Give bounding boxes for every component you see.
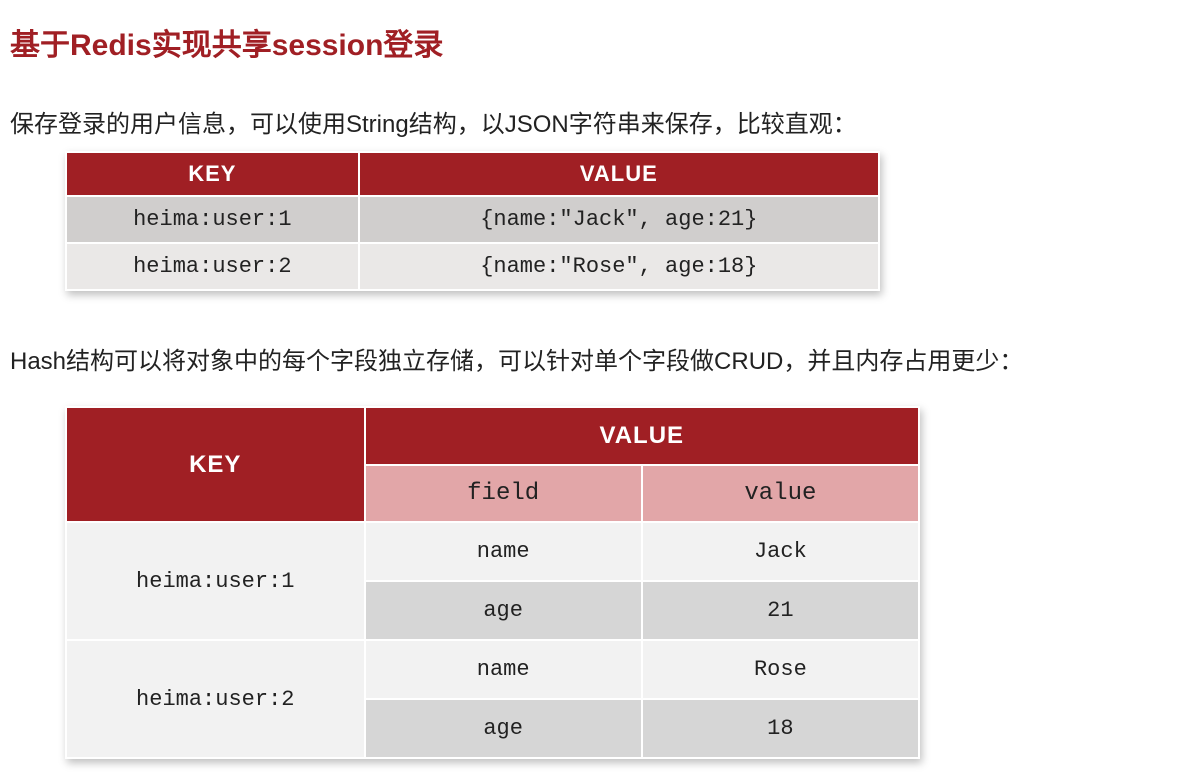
cell-field: age [365,699,642,758]
hash-table-wrap: KEY VALUE field value heima:user:1 name … [65,406,1187,759]
cell-key: heima:user:2 [66,640,365,758]
string-table-head-value: VALUE [359,152,879,196]
hash-table-subhead-field: field [365,465,642,522]
cell-field: name [365,522,642,581]
hash-table-head-value: VALUE [365,407,919,465]
string-section-description: 保存登录的用户信息，可以使用String结构，以JSON字符串来保存，比较直观： [10,104,1187,139]
hash-section-description: Hash结构可以将对象中的每个字段独立存储，可以针对单个字段做CRUD，并且内存… [10,341,1187,376]
cell-value: Rose [642,640,919,699]
hash-table-subhead-value: value [642,465,919,522]
cell-value: 18 [642,699,919,758]
cell-field: age [365,581,642,640]
table-row: heima:user:1 name Jack [66,522,919,581]
hash-table: KEY VALUE field value heima:user:1 name … [65,406,920,759]
cell-value: {name:"Jack", age:21} [359,196,879,243]
page-title: 基于Redis实现共享session登录 [10,20,1187,64]
cell-value: Jack [642,522,919,581]
string-table: KEY VALUE heima:user:1 {name:"Jack", age… [65,151,880,291]
cell-key: heima:user:1 [66,196,359,243]
cell-field: name [365,640,642,699]
string-table-head-key: KEY [66,152,359,196]
table-row: heima:user:2 {name:"Rose", age:18} [66,243,879,290]
string-table-wrap: KEY VALUE heima:user:1 {name:"Jack", age… [65,151,1187,291]
cell-value: {name:"Rose", age:18} [359,243,879,290]
hash-table-head-key: KEY [66,407,365,522]
cell-key: heima:user:2 [66,243,359,290]
cell-value: 21 [642,581,919,640]
table-row: heima:user:1 {name:"Jack", age:21} [66,196,879,243]
cell-key: heima:user:1 [66,522,365,640]
table-row: heima:user:2 name Rose [66,640,919,699]
